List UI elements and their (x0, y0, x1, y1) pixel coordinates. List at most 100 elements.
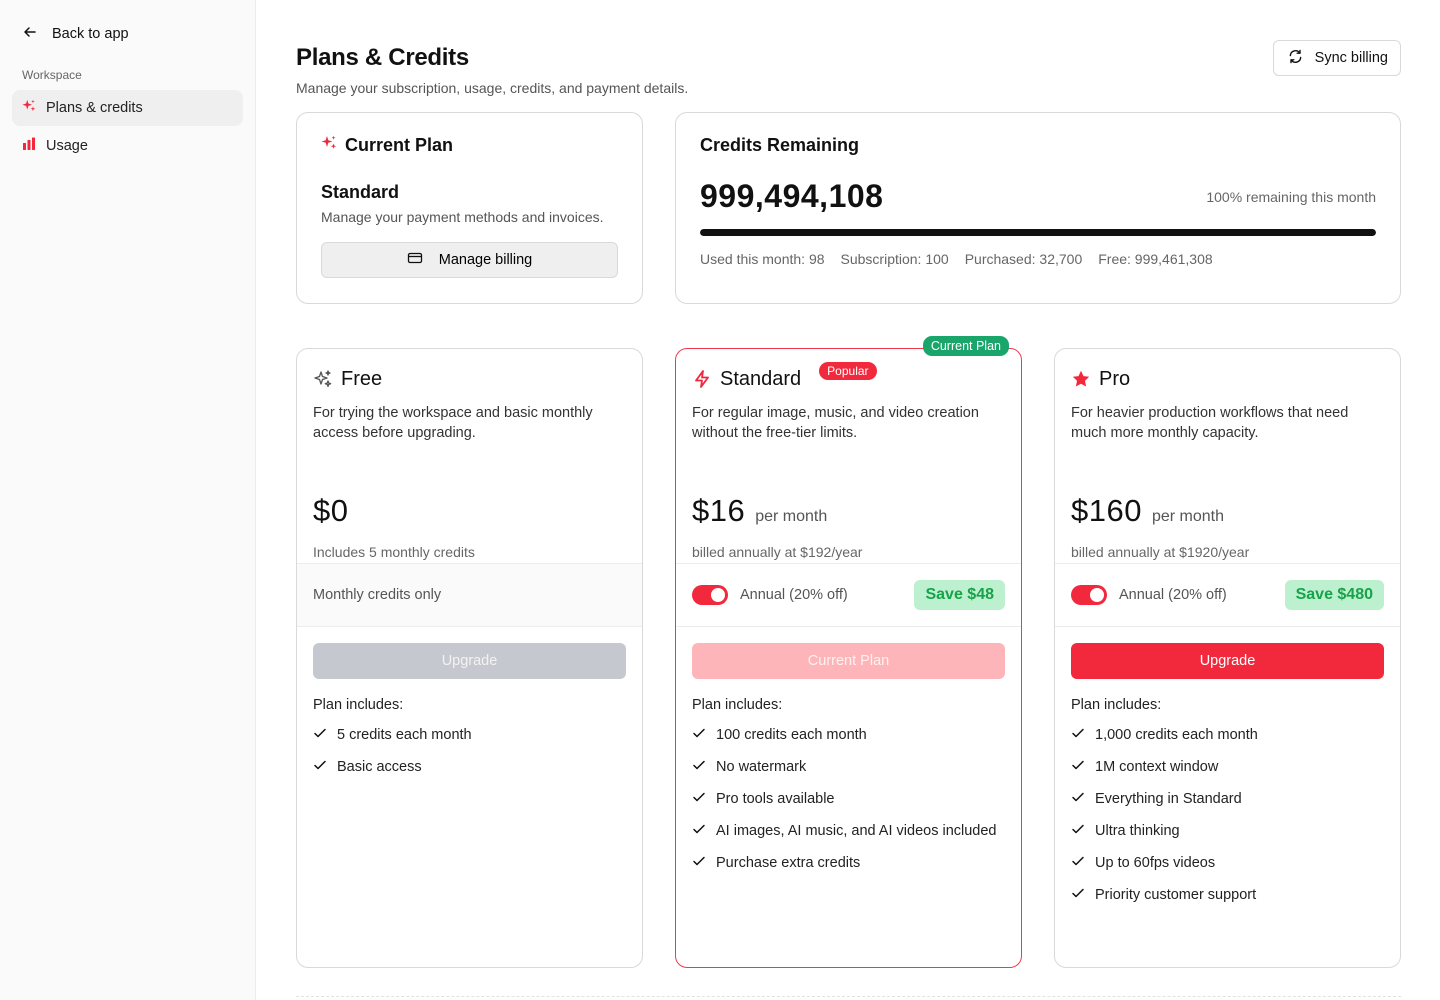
plan-price-subtext: billed annually at $192/year (692, 544, 863, 560)
credits-stat-free: Free: 999,461,308 (1098, 251, 1213, 267)
plan-includes-title: Plan includes: (1071, 697, 1162, 713)
feature-item: Pro tools available (692, 783, 1005, 815)
check-icon (692, 726, 706, 744)
annual-toggle[interactable] (1071, 585, 1107, 605)
plan-name: Free (341, 367, 383, 390)
plan-card-standard: Current Plan Standard Popular For regula… (675, 336, 1022, 968)
plan-price-subtext: Includes 5 monthly credits (313, 544, 475, 560)
feature-label: 1M context window (1095, 759, 1219, 775)
current-plan-button[interactable]: Current Plan (692, 643, 1005, 679)
plan-billing-row: Annual (20% off) Save $480 (1055, 563, 1400, 627)
check-icon (313, 758, 327, 776)
check-icon (1071, 726, 1085, 744)
check-icon (1071, 822, 1085, 840)
plan-price: $16 (692, 493, 746, 528)
sparkles-icon (22, 99, 36, 117)
feature-item: 100 credits each month (692, 719, 1005, 751)
annual-toggle[interactable] (692, 585, 728, 605)
summary-row: Current Plan Standard Manage your paymen… (296, 112, 1401, 304)
star-icon (1071, 369, 1091, 389)
plan-price-period: per month (1151, 508, 1225, 525)
sidebar-item-plans-credits[interactable]: Plans & credits (12, 90, 243, 126)
feature-label: Priority customer support (1095, 887, 1257, 903)
plan-billing-row: Monthly credits only (297, 563, 642, 627)
save-badge: Save $48 (914, 580, 1005, 610)
plan-description: For regular image, music, and video crea… (692, 405, 979, 441)
manage-billing-button[interactable]: Manage billing (321, 242, 618, 278)
feature-item: AI images, AI music, and AI videos inclu… (692, 815, 1005, 847)
current-plan-description: Manage your payment methods and invoices… (321, 209, 604, 225)
feature-label: Ultra thinking (1095, 823, 1180, 839)
sparkles-icon (321, 135, 337, 156)
current-plan-title: Current Plan (345, 135, 454, 155)
upgrade-button-free[interactable]: Upgrade (313, 643, 626, 679)
plan-price: $160 (1071, 493, 1142, 528)
page-subtitle: Manage your subscription, usage, credits… (296, 80, 689, 96)
credit-card-icon (407, 250, 423, 270)
credits-value: 999,494,108 (700, 178, 884, 214)
feature-item: Everything in Standard (1071, 783, 1384, 815)
check-icon (1071, 790, 1085, 808)
sidebar: Back to app Workspace Plans & credits Us… (0, 0, 256, 1000)
feature-label: AI images, AI music, and AI videos inclu… (716, 823, 997, 839)
manage-billing-label: Manage billing (438, 252, 533, 268)
upgrade-button-pro[interactable]: Upgrade (1071, 643, 1384, 679)
feature-item: Priority customer support (1071, 879, 1384, 911)
credits-stat-purchased: Purchased: 32,700 (964, 251, 1083, 267)
plan-includes-title: Plan includes: (313, 697, 404, 713)
credits-stat-subscription: Subscription: 100 (840, 251, 949, 267)
check-icon (692, 790, 706, 808)
plan-card-free: Free For trying the workspace and basic … (296, 348, 643, 968)
sparkles-outline-icon (313, 369, 333, 389)
feature-label: 100 credits each month (716, 727, 867, 743)
plan-name: Standard (720, 367, 802, 390)
credits-title: Credits Remaining (700, 135, 860, 155)
sidebar-item-usage[interactable]: Usage (12, 128, 243, 164)
feature-item: 5 credits each month (313, 719, 626, 751)
feature-label: Everything in Standard (1095, 791, 1242, 807)
check-icon (313, 726, 327, 744)
arrow-left-icon (22, 24, 38, 44)
feature-label: 1,000 credits each month (1095, 727, 1258, 743)
credits-percent-text: 100% remaining this month (1206, 188, 1376, 205)
page-title: Plans & Credits (296, 44, 469, 71)
feature-item: No watermark (692, 751, 1005, 783)
main-content: Plans & Credits Manage your subscription… (256, 0, 1440, 1000)
check-icon (692, 854, 706, 872)
bar-chart-icon (22, 137, 36, 155)
section-divider (296, 996, 1401, 997)
annual-toggle-label: Annual (20% off) (1119, 587, 1227, 603)
feature-label: 5 credits each month (337, 727, 472, 743)
current-plan-name: Standard (321, 182, 400, 202)
plan-billing-row: Annual (20% off) Save $48 (676, 563, 1021, 627)
plan-price: $0 (313, 493, 349, 528)
plan-description: For heavier production workflows that ne… (1071, 405, 1349, 441)
plan-price-subtext: billed annually at $1920/year (1071, 544, 1250, 560)
annual-toggle-label: Annual (20% off) (740, 587, 848, 603)
sidebar-section-label: Workspace (22, 68, 82, 82)
monthly-credits-note: Monthly credits only (313, 587, 442, 603)
current-plan-card: Current Plan Standard Manage your paymen… (296, 112, 643, 304)
plan-price-period: per month (755, 508, 828, 525)
feature-list: 100 credits each month No watermark Pro … (692, 719, 1005, 879)
refresh-icon (1288, 49, 1303, 68)
sync-billing-button[interactable]: Sync billing (1272, 40, 1401, 76)
credits-progress-fill (700, 229, 1376, 236)
feature-label: Purchase extra credits (716, 855, 861, 871)
feature-item: 1,000 credits each month (1071, 719, 1384, 751)
check-icon (1071, 854, 1085, 872)
sidebar-item-label: Usage (46, 138, 88, 154)
page-header: Plans & Credits Manage your subscription… (296, 40, 1401, 96)
feature-item: 1M context window (1071, 751, 1384, 783)
feature-label: No watermark (716, 759, 807, 775)
back-to-app-link[interactable]: Back to app (12, 22, 243, 46)
plan-name: Pro (1099, 367, 1131, 390)
sync-billing-label: Sync billing (1314, 50, 1388, 66)
check-icon (692, 758, 706, 776)
current-plan-tag: Current Plan (922, 336, 1009, 356)
lightning-icon (692, 369, 712, 389)
feature-item: Basic access (313, 751, 626, 783)
credits-stat-used: Used this month: 98 (700, 251, 825, 267)
feature-item: Ultra thinking (1071, 815, 1384, 847)
app-root: Back to app Workspace Plans & credits Us… (0, 0, 1440, 1000)
